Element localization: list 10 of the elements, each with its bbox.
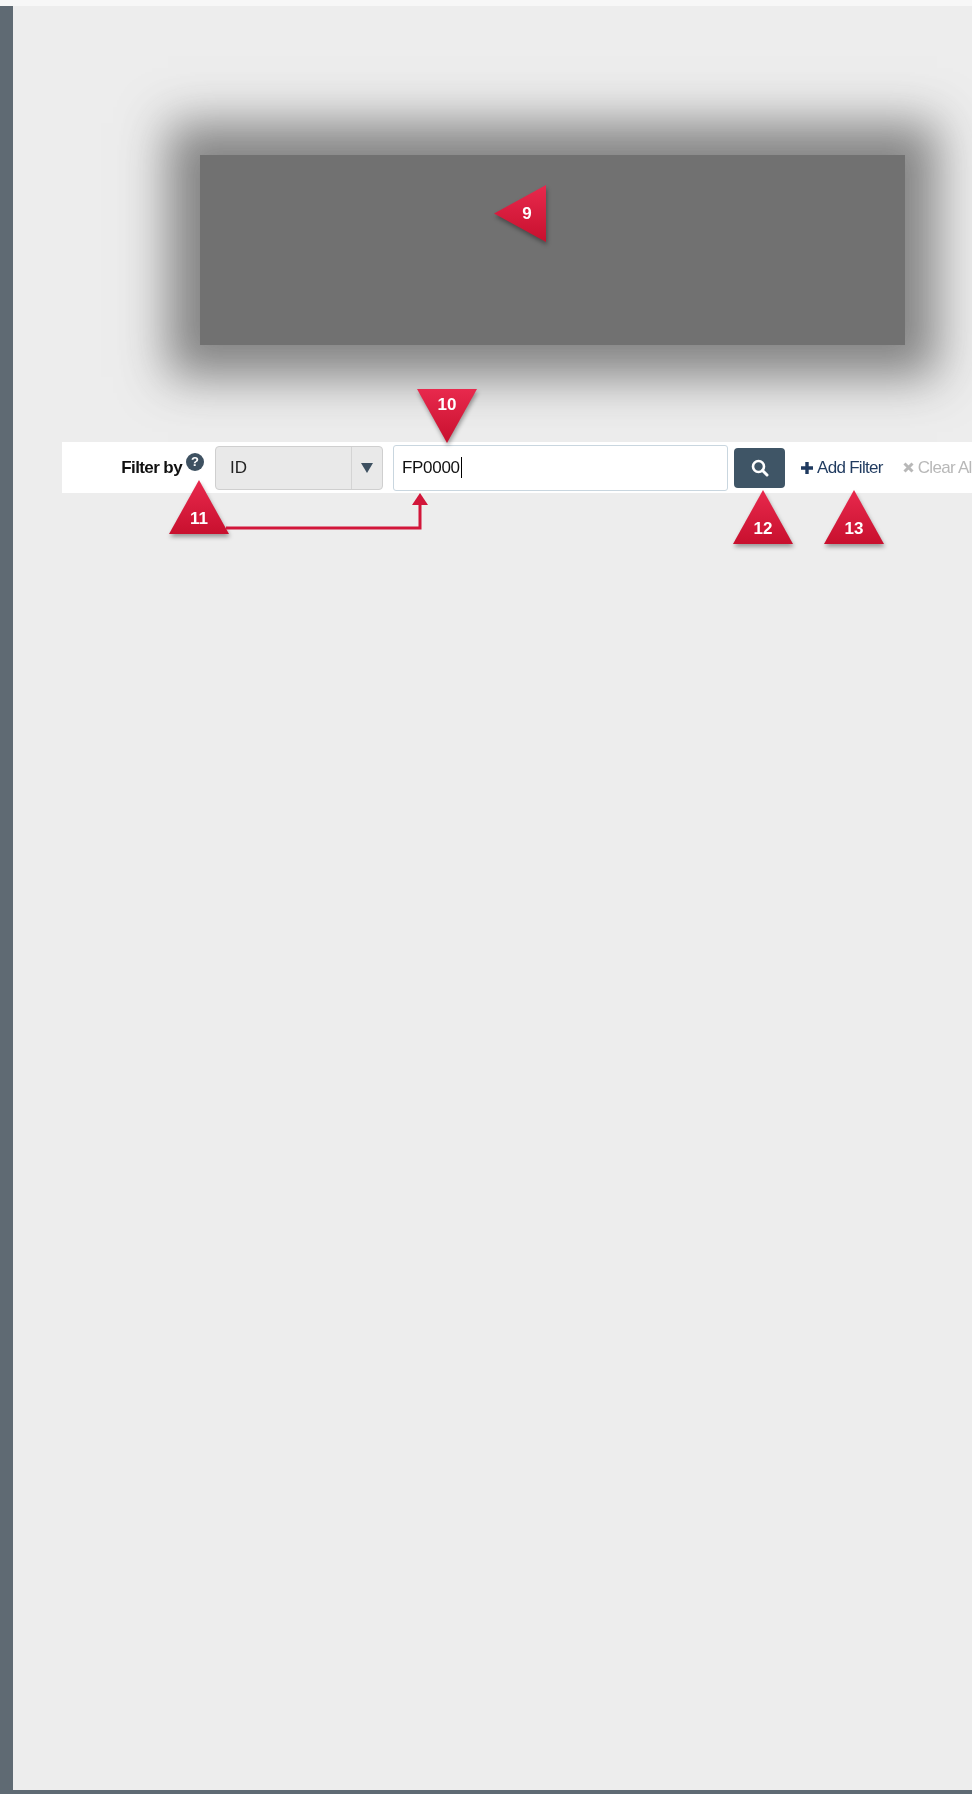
plus-icon (801, 461, 813, 474)
field-dropdown[interactable]: ID (215, 445, 383, 490)
help-icon[interactable]: ? (186, 452, 204, 471)
search-button[interactable] (734, 447, 785, 488)
search-field[interactable]: FP0000 (393, 444, 728, 491)
search-icon (750, 458, 769, 477)
close-icon (902, 462, 914, 473)
filter-label: Filter by (120, 457, 182, 478)
add-filter-link[interactable]: Add Filter (801, 457, 883, 478)
dropdown-caret-icon (361, 462, 373, 473)
